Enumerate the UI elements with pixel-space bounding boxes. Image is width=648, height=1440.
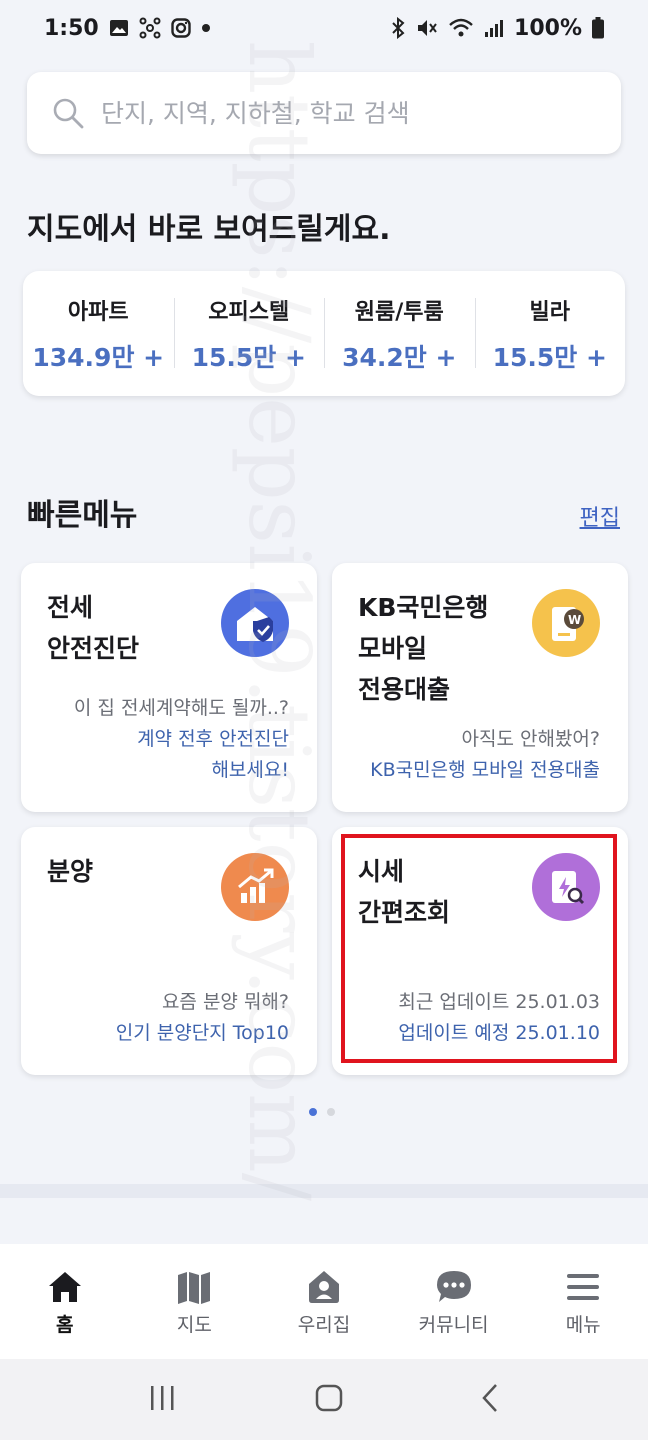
back-icon[interactable]	[480, 1383, 500, 1417]
card-sub-line: KB국민은행 모바일 전용대출	[370, 759, 600, 781]
stat-label: 오피스텔	[208, 299, 290, 325]
chat-bubble-icon	[436, 1271, 471, 1302]
instagram-icon	[171, 18, 191, 38]
card-sub-line: 인기 분양단지 Top10	[115, 1022, 289, 1044]
carousel-dot[interactable]	[327, 1108, 335, 1116]
nav-community[interactable]: 커뮤니티	[389, 1244, 519, 1359]
stat-apartment[interactable]: 아파트 134.9만 +	[23, 294, 174, 374]
nav-map[interactable]: 지도	[130, 1244, 260, 1359]
recent-apps-icon[interactable]	[148, 1384, 178, 1416]
card-sub-line: 이 집 전세계약해도 될까..?	[73, 697, 289, 719]
home-icon	[48, 1272, 81, 1302]
nav-label: 커뮤니티	[418, 1314, 489, 1336]
notification-dot-icon	[201, 23, 211, 33]
shield-home-icon	[221, 589, 289, 657]
nav-label: 우리집	[297, 1314, 351, 1336]
gallery-icon	[109, 18, 129, 38]
rising-chart-icon	[221, 853, 289, 921]
stat-value: 15.5만 +	[191, 342, 306, 372]
stat-villa[interactable]: 빌라 15.5만 +	[474, 294, 626, 374]
stat-oneroom[interactable]: 원룸/투룸 34.2만 +	[324, 294, 475, 374]
card-subtext: 요즘 분양 뭐해? 인기 분양단지 Top10	[116, 987, 289, 1049]
stat-value: 34.2만 +	[342, 342, 457, 372]
card-jeonse-safety[interactable]: 전세 안전진단 이 집 전세계약해도 될까..? 계약 전후 안전진단 해보세요…	[21, 563, 317, 812]
nav-my-house[interactable]: 우리집	[259, 1244, 389, 1359]
search-bar[interactable]	[27, 72, 621, 154]
hamburger-menu-icon	[567, 1274, 600, 1300]
search-icon	[51, 96, 85, 130]
status-bar: 1:50 100%	[0, 0, 648, 56]
wifi-icon	[448, 17, 474, 39]
stat-value: 15.5만 +	[492, 342, 607, 372]
clock: 1:50	[44, 15, 99, 41]
svg-text:W: W	[568, 613, 581, 627]
nav-label: 홈	[56, 1314, 74, 1336]
card-title: KB국민은행 모바일 전용대출	[358, 593, 489, 704]
card-sub-line: 요즘 분양 뭐해?	[161, 991, 289, 1013]
system-navigation-bar	[0, 1359, 648, 1440]
carousel-indicator	[309, 1108, 335, 1116]
signal-icon	[484, 18, 504, 38]
card-kb-loan[interactable]: KB국민은행 모바일 전용대출 W 아직도 안해봤어? KB국민은행 모바일 전…	[332, 563, 628, 812]
home-button-icon[interactable]	[314, 1383, 344, 1417]
search-input[interactable]	[101, 98, 581, 128]
carousel-dot-active[interactable]	[309, 1108, 317, 1116]
quick-menu-edit-link[interactable]: 편집	[580, 500, 620, 532]
nav-label: 지도	[176, 1314, 212, 1336]
nav-label: 메뉴	[565, 1314, 601, 1336]
stat-value: 134.9만 +	[32, 342, 165, 372]
mute-icon	[416, 17, 438, 39]
map-section-title: 지도에서 바로 보여드릴게요.	[27, 212, 391, 247]
card-presale[interactable]: 분양 요즘 분양 뭐해? 인기 분양단지 Top10	[21, 827, 317, 1075]
nav-home[interactable]: 홈	[0, 1244, 130, 1359]
card-title: 분양	[47, 857, 94, 886]
stat-label: 아파트	[67, 299, 129, 325]
section-divider	[0, 1184, 648, 1198]
card-subtext: 이 집 전세계약해도 될까..? 계약 전후 안전진단 해보세요!	[74, 693, 289, 786]
stat-label: 원룸/투룸	[354, 299, 444, 325]
card-sub-line: 아직도 안해봤어?	[461, 728, 601, 750]
card-sub-line: 계약 전후 안전진단	[137, 728, 289, 750]
highlight-box	[341, 834, 617, 1063]
stat-officetel[interactable]: 오피스텔 15.5만 +	[173, 294, 325, 374]
card-sub-line: 해보세요!	[211, 759, 289, 781]
card-subtext: 아직도 안해봤어? KB국민은행 모바일 전용대출	[370, 724, 600, 786]
network-share-icon	[139, 17, 161, 39]
loan-phone-icon: W	[532, 589, 600, 657]
battery-level: 100%	[514, 15, 582, 41]
listing-stats-card: 아파트 134.9만 + 오피스텔 15.5만 + 원룸/투룸 34.2만 + …	[23, 271, 625, 396]
card-title: 전세 안전진단	[47, 593, 140, 663]
bottom-navigation: 홈 지도 우리집 커뮤니티 메뉴	[0, 1244, 648, 1359]
nav-menu[interactable]: 메뉴	[518, 1244, 648, 1359]
stat-label: 빌라	[529, 299, 570, 325]
battery-icon	[592, 17, 604, 39]
bluetooth-icon	[390, 17, 406, 39]
quick-menu-title: 빠른메뉴	[27, 498, 138, 533]
my-house-icon	[308, 1271, 339, 1303]
map-icon	[178, 1272, 211, 1304]
